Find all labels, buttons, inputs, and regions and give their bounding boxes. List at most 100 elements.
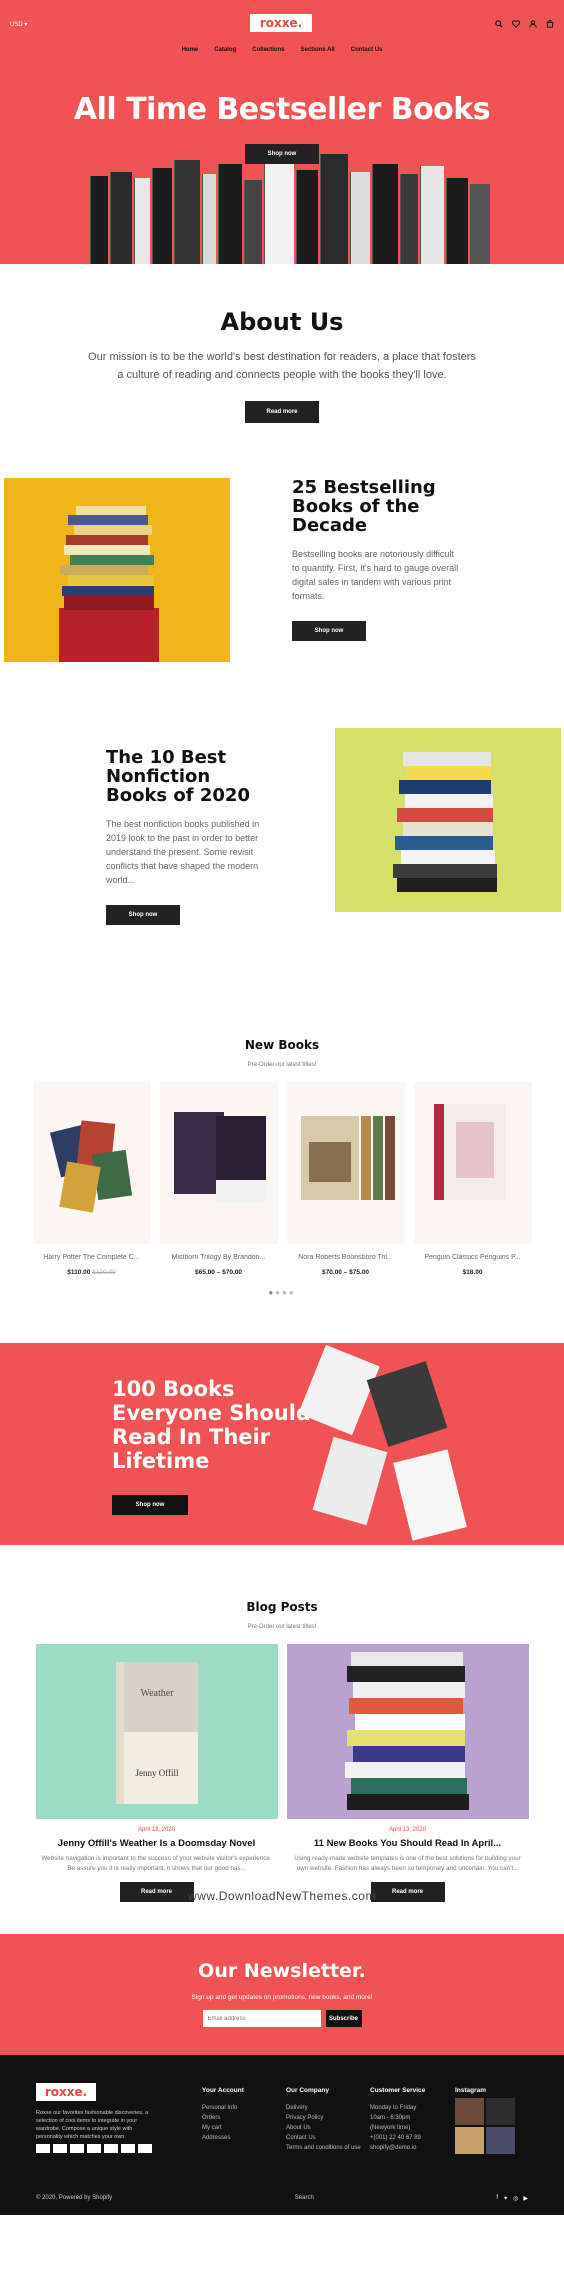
discover-icon bbox=[87, 2144, 101, 2153]
heart-icon[interactable] bbox=[511, 20, 520, 30]
carousel-dot[interactable]: ● bbox=[275, 1288, 282, 1297]
feature-nonfiction-text: The 10 Best Nonfiction Books of 2020 The… bbox=[106, 748, 276, 925]
blog-post-title[interactable]: 11 New Books You Should Read In April... bbox=[287, 1838, 529, 1849]
social-icons: f ✦ ◎ ▶ bbox=[496, 2195, 528, 2202]
product-price: $70.00 – $75.00 bbox=[322, 1269, 369, 1276]
blog-post-card: April 13, 2020 11 New Books You Should R… bbox=[286, 1644, 529, 1902]
footer-link[interactable]: Contact Us bbox=[286, 2133, 364, 2143]
instagram-photo[interactable] bbox=[455, 2127, 484, 2154]
site-header: USD ▾ roxxe. Home Catalog Collections Se… bbox=[0, 0, 564, 62]
twitter-icon[interactable]: ✦ bbox=[503, 2195, 508, 2202]
about-text: Our mission is to be the world's best de… bbox=[88, 351, 476, 381]
footer-info: 10am - 6:30pm bbox=[370, 2115, 411, 2121]
newsletter-form: Subscribe bbox=[0, 2010, 564, 2027]
instagram-photo[interactable] bbox=[486, 2098, 515, 2125]
cart-icon[interactable] bbox=[545, 19, 554, 30]
hero-shop-now-button[interactable]: Shop now bbox=[245, 144, 319, 164]
footer-info: Monday to Friday bbox=[370, 2105, 417, 2111]
footer-link[interactable]: Privacy Policy bbox=[286, 2113, 364, 2123]
footer-email[interactable]: shopify@demo.io bbox=[370, 2143, 425, 2153]
footer-bottom-bar: © 2020, Powered by Shopify Search f ✦ ◎ … bbox=[36, 2195, 528, 2202]
footer-link[interactable]: About Us bbox=[286, 2123, 364, 2133]
feature-bestselling: 25 Bestselling Books of the Decade Bests… bbox=[0, 478, 564, 728]
footer-logo[interactable]: roxxe. bbox=[36, 2083, 96, 2101]
footer-column-account: Your Account Personal Info Orders My car… bbox=[202, 2087, 244, 2143]
hero-title: All Time Bestseller Books bbox=[73, 92, 491, 127]
product-image[interactable] bbox=[32, 1082, 151, 1244]
blog-title: Blog Posts bbox=[246, 1600, 318, 1614]
blog-post-date: April 13, 2020 bbox=[137, 1827, 176, 1833]
feature-nonfiction-title: The 10 Best Nonfiction Books of 2020 bbox=[106, 747, 250, 806]
currency-selector[interactable]: USD ▾ bbox=[10, 21, 27, 28]
footer-search-link[interactable]: Search bbox=[295, 2195, 314, 2202]
blog-post-excerpt: Website navigation is important to the s… bbox=[41, 1855, 272, 1872]
youtube-icon[interactable]: ▶ bbox=[523, 2195, 528, 2202]
footer-link[interactable]: Orders bbox=[202, 2113, 244, 2123]
user-icon[interactable] bbox=[528, 20, 537, 30]
newsletter-section: Our Newsletter. Sign up and get updates … bbox=[0, 1934, 564, 2055]
site-logo[interactable]: roxxe. bbox=[250, 14, 312, 32]
copyright-text: © 2020, Powered by Shopify bbox=[36, 2195, 113, 2201]
product-image[interactable] bbox=[159, 1082, 278, 1244]
instagram-grid bbox=[455, 2098, 515, 2154]
product-name[interactable]: Penguin Classics Penguins P... bbox=[414, 1254, 532, 1261]
footer-column-company: Our Company Delivery Privacy Policy Abou… bbox=[286, 2087, 364, 2153]
visa-icon bbox=[36, 2144, 50, 2153]
carousel-pagination[interactable]: ●●●● bbox=[0, 1288, 564, 1297]
hero-banner: All Time Bestseller Books Shop now bbox=[0, 62, 564, 264]
facebook-icon[interactable]: f bbox=[496, 2195, 498, 2202]
newsletter-text: Sign up and get updates on promotions, n… bbox=[191, 1994, 373, 2001]
instagram-photo[interactable] bbox=[455, 2098, 484, 2125]
nav-sections-all[interactable]: Sections All bbox=[301, 47, 335, 53]
promo-banner: 100 Books Everyone Should Read In Their … bbox=[0, 1343, 564, 1545]
product-image[interactable] bbox=[413, 1082, 532, 1244]
email-field[interactable] bbox=[202, 2010, 321, 2027]
nav-home[interactable]: Home bbox=[182, 47, 199, 53]
promo-shop-now-button[interactable]: Shop now bbox=[112, 1495, 188, 1515]
footer-info: (Newyork time) bbox=[370, 2125, 411, 2131]
product-card[interactable]: Harry Potter The Complete C... $110.00 $… bbox=[32, 1082, 151, 1276]
blog-post-title[interactable]: Jenny Offill's Weather Is a Doomsday Nov… bbox=[36, 1838, 278, 1849]
search-icon[interactable] bbox=[494, 20, 503, 30]
feature-nonfiction: The 10 Best Nonfiction Books of 2020 The… bbox=[0, 728, 564, 1038]
footer-link[interactable]: Personal Info bbox=[202, 2103, 244, 2113]
product-name[interactable]: Nora Roberts Boonsboro Tril... bbox=[287, 1254, 405, 1261]
new-books-title: New Books bbox=[244, 1038, 320, 1052]
footer-column-customer-service: Customer Service Monday to Friday 10am -… bbox=[370, 2087, 425, 2153]
newsletter-title: Our Newsletter. bbox=[198, 1960, 366, 1982]
blog-book-author: Jenny Offill bbox=[135, 1768, 179, 1778]
nav-collections[interactable]: Collections bbox=[252, 47, 284, 53]
carousel-dot[interactable]: ● bbox=[289, 1288, 296, 1297]
instagram-icon[interactable]: ◎ bbox=[513, 2195, 518, 2202]
blog-post-image[interactable] bbox=[286, 1644, 529, 1819]
feature-bestselling-shop-button[interactable]: Shop now bbox=[292, 621, 366, 641]
nav-catalog[interactable]: Catalog bbox=[214, 47, 236, 53]
subscribe-button[interactable]: Subscribe bbox=[325, 2010, 362, 2027]
feature-nonfiction-shop-button[interactable]: Shop now bbox=[106, 905, 180, 925]
product-name[interactable]: Harry Potter The Complete C... bbox=[33, 1254, 151, 1261]
product-image[interactable] bbox=[286, 1082, 405, 1244]
footer-phone[interactable]: +(001) 22 40 67 89 bbox=[370, 2133, 425, 2143]
product-card[interactable]: Nora Roberts Boonsboro Tril... $70.00 – … bbox=[286, 1082, 405, 1276]
book-stack-image bbox=[4, 478, 230, 662]
carousel-dot[interactable]: ● bbox=[282, 1288, 289, 1297]
about-title: About Us bbox=[220, 308, 344, 336]
footer-link[interactable]: Addresses bbox=[202, 2133, 244, 2143]
nav-contact-us[interactable]: Contact Us bbox=[351, 47, 383, 53]
blog-post-image[interactable]: Weather Jenny Offill bbox=[35, 1644, 278, 1819]
blog-read-more-button[interactable]: Read more bbox=[370, 1882, 445, 1902]
product-card[interactable]: Mistborn Trilogy By Brandon... $65.00 – … bbox=[159, 1082, 278, 1276]
about-section: About Us Our mission is to be the world'… bbox=[0, 264, 564, 478]
instagram-photo[interactable] bbox=[486, 2127, 515, 2154]
product-current-price: $110.00 bbox=[67, 1269, 91, 1276]
footer-link[interactable]: Delivery bbox=[286, 2103, 364, 2113]
blog-read-more-button[interactable]: Read more bbox=[119, 1882, 194, 1902]
product-carousel: Harry Potter The Complete C... $110.00 $… bbox=[0, 1082, 564, 1276]
about-read-more-button[interactable]: Read more bbox=[245, 401, 319, 423]
promo-title: 100 Books Everyone Should Read In Their … bbox=[112, 1377, 311, 1473]
diners-icon bbox=[138, 2144, 152, 2153]
product-card[interactable]: Penguin Classics Penguins P... $18.00 bbox=[413, 1082, 532, 1276]
footer-link[interactable]: My cart bbox=[202, 2123, 244, 2133]
footer-link[interactable]: Terms and conditions of use bbox=[286, 2143, 364, 2153]
product-name[interactable]: Mistborn Trilogy By Brandon... bbox=[160, 1254, 278, 1261]
